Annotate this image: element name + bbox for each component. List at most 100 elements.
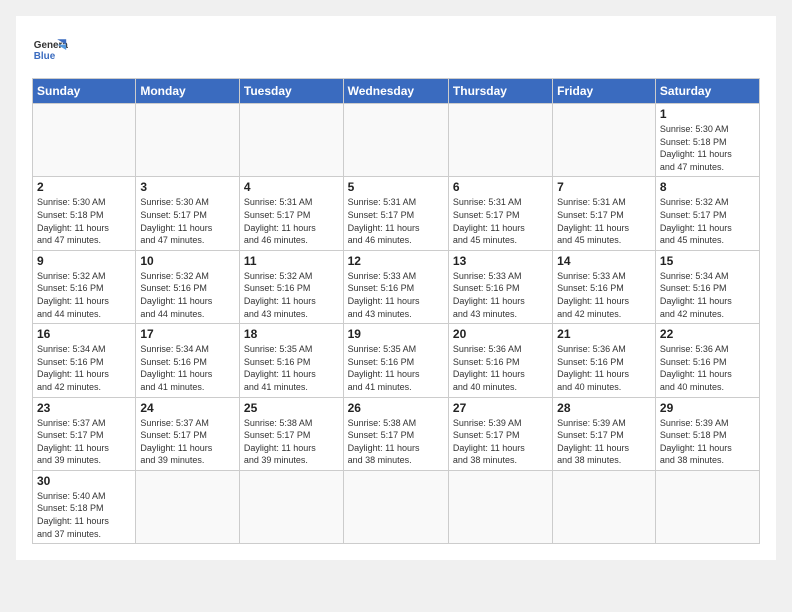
day-info: Sunrise: 5:30 AM Sunset: 5:17 PM Dayligh…	[140, 196, 235, 246]
logo: General Blue	[32, 32, 68, 68]
calendar-cell: 9Sunrise: 5:32 AM Sunset: 5:16 PM Daylig…	[33, 250, 136, 323]
day-info: Sunrise: 5:33 AM Sunset: 5:16 PM Dayligh…	[348, 270, 444, 320]
day-header-thursday: Thursday	[448, 79, 552, 104]
calendar-cell: 16Sunrise: 5:34 AM Sunset: 5:16 PM Dayli…	[33, 324, 136, 397]
day-info: Sunrise: 5:37 AM Sunset: 5:17 PM Dayligh…	[140, 417, 235, 467]
calendar-cell	[136, 104, 240, 177]
day-number: 15	[660, 254, 755, 268]
day-number: 10	[140, 254, 235, 268]
calendar-cell: 5Sunrise: 5:31 AM Sunset: 5:17 PM Daylig…	[343, 177, 448, 250]
day-number: 4	[244, 180, 339, 194]
calendar-cell: 6 Sunrise: 5:31 AM Sunset: 5:17 PM Daylig…	[448, 177, 552, 250]
calendar-cell	[136, 470, 240, 543]
calendar-cell: 12 Sunrise: 5:33 AM Sunset: 5:16 PM Dayli…	[343, 250, 448, 323]
day-number: 8	[660, 180, 755, 194]
calendar-week-row: 2 Sunrise: 5:30 AM Sunset: 5:18 PM Daylig…	[33, 177, 760, 250]
calendar-cell: 17 Sunrise: 5:34 AM Sunset: 5:16 PM Dayli…	[136, 324, 240, 397]
day-info: Sunrise: 5:31 AM Sunset: 5:17 PM Dayligh…	[453, 196, 548, 246]
day-number: 27	[453, 401, 548, 415]
calendar-week-row: 23 Sunrise: 5:37 AM Sunset: 5:17 PM Dayli…	[33, 397, 760, 470]
day-number: 21	[557, 327, 651, 341]
day-info: Sunrise: 5:31 AM Sunset: 5:17 PM Dayligh…	[557, 196, 651, 246]
generalblue-logo-icon: General Blue	[32, 32, 68, 68]
day-info: Sunrise: 5:32 AM Sunset: 5:16 PM Dayligh…	[37, 270, 131, 320]
day-header-wednesday: Wednesday	[343, 79, 448, 104]
calendar-cell: 30 Sunrise: 5:40 AM Sunset: 5:18 PM Dayli…	[33, 470, 136, 543]
day-number: 11	[244, 254, 339, 268]
day-info: Sunrise: 5:33 AM Sunset: 5:16 PM Dayligh…	[453, 270, 548, 320]
day-info: Sunrise: 5:34 AM Sunset: 5:16 PM Dayligh…	[660, 270, 755, 320]
day-number: 2	[37, 180, 131, 194]
day-header-saturday: Saturday	[655, 79, 759, 104]
calendar-cell: 8 Sunrise: 5:32 AM Sunset: 5:17 PM Daylig…	[655, 177, 759, 250]
calendar-cell: 18Sunrise: 5:35 AM Sunset: 5:16 PM Dayli…	[239, 324, 343, 397]
svg-text:Blue: Blue	[34, 51, 56, 62]
day-number: 23	[37, 401, 131, 415]
calendar-cell	[448, 470, 552, 543]
calendar-cell: 13 Sunrise: 5:33 AM Sunset: 5:16 PM Dayli…	[448, 250, 552, 323]
day-number: 13	[453, 254, 548, 268]
day-info: Sunrise: 5:36 AM Sunset: 5:16 PM Dayligh…	[453, 343, 548, 393]
calendar-cell: 27 Sunrise: 5:39 AM Sunset: 5:17 PM Dayli…	[448, 397, 552, 470]
day-info: Sunrise: 5:35 AM Sunset: 5:16 PM Dayligh…	[348, 343, 444, 393]
day-info: Sunrise: 5:38 AM Sunset: 5:17 PM Dayligh…	[348, 417, 444, 467]
calendar-table: SundayMondayTuesdayWednesdayThursdayFrid…	[32, 78, 760, 544]
calendar-cell: 25 Sunrise: 5:38 AM Sunset: 5:17 PM Dayli…	[239, 397, 343, 470]
calendar-cell	[655, 470, 759, 543]
day-number: 14	[557, 254, 651, 268]
day-number: 6	[453, 180, 548, 194]
day-number: 26	[348, 401, 444, 415]
calendar-cell	[343, 104, 448, 177]
day-header-tuesday: Tuesday	[239, 79, 343, 104]
calendar-cell: 22 Sunrise: 5:36 AM Sunset: 5:16 PM Dayli…	[655, 324, 759, 397]
calendar-cell	[343, 470, 448, 543]
calendar-cell: 4Sunrise: 5:31 AM Sunset: 5:17 PM Daylig…	[239, 177, 343, 250]
calendar-cell: 26 Sunrise: 5:38 AM Sunset: 5:17 PM Dayli…	[343, 397, 448, 470]
calendar-cell: 14 Sunrise: 5:33 AM Sunset: 5:16 PM Dayli…	[553, 250, 656, 323]
calendar-cell: 29 Sunrise: 5:39 AM Sunset: 5:18 PM Dayli…	[655, 397, 759, 470]
day-number: 19	[348, 327, 444, 341]
day-info: Sunrise: 5:37 AM Sunset: 5:17 PM Dayligh…	[37, 417, 131, 467]
day-info: Sunrise: 5:39 AM Sunset: 5:17 PM Dayligh…	[557, 417, 651, 467]
day-info: Sunrise: 5:38 AM Sunset: 5:17 PM Dayligh…	[244, 417, 339, 467]
day-info: Sunrise: 5:30 AM Sunset: 5:18 PM Dayligh…	[660, 123, 755, 173]
day-info: Sunrise: 5:30 AM Sunset: 5:18 PM Dayligh…	[37, 196, 131, 246]
day-info: Sunrise: 5:39 AM Sunset: 5:18 PM Dayligh…	[660, 417, 755, 467]
day-number: 25	[244, 401, 339, 415]
calendar-week-row: 16 Sunrise: 5:34 AM Sunset: 5:16 PM Dayli…	[33, 324, 760, 397]
calendar-cell	[553, 470, 656, 543]
calendar-cell: 23 Sunrise: 5:37 AM Sunset: 5:17 PM Dayli…	[33, 397, 136, 470]
day-number: 29	[660, 401, 755, 415]
day-info: Sunrise: 5:33 AM Sunset: 5:16 PM Dayligh…	[557, 270, 651, 320]
day-number: 3	[140, 180, 235, 194]
calendar-cell: 20Sunrise: 5:36 AM Sunset: 5:16 PM Dayli…	[448, 324, 552, 397]
calendar-week-row: 1 Sunrise: 5:30 AM Sunset: 5:18 PM Daylig…	[33, 104, 760, 177]
day-info: Sunrise: 5:36 AM Sunset: 5:16 PM Dayligh…	[660, 343, 755, 393]
day-info: Sunrise: 5:39 AM Sunset: 5:17 PM Dayligh…	[453, 417, 548, 467]
day-info: Sunrise: 5:32 AM Sunset: 5:16 PM Dayligh…	[140, 270, 235, 320]
day-number: 18	[244, 327, 339, 341]
header: General Blue	[32, 32, 760, 68]
day-info: Sunrise: 5:32 AM Sunset: 5:17 PM Dayligh…	[660, 196, 755, 246]
calendar-header-row: SundayMondayTuesdayWednesdayThursdayFrid…	[33, 79, 760, 104]
day-number: 28	[557, 401, 651, 415]
day-number: 22	[660, 327, 755, 341]
day-header-monday: Monday	[136, 79, 240, 104]
day-number: 17	[140, 327, 235, 341]
day-number: 24	[140, 401, 235, 415]
calendar-week-row: 9Sunrise: 5:32 AM Sunset: 5:16 PM Daylig…	[33, 250, 760, 323]
day-number: 1	[660, 107, 755, 121]
day-number: 12	[348, 254, 444, 268]
calendar-cell: 2 Sunrise: 5:30 AM Sunset: 5:18 PM Daylig…	[33, 177, 136, 250]
day-info: Sunrise: 5:31 AM Sunset: 5:17 PM Dayligh…	[348, 196, 444, 246]
day-info: Sunrise: 5:36 AM Sunset: 5:16 PM Dayligh…	[557, 343, 651, 393]
calendar-cell: 11Sunrise: 5:32 AM Sunset: 5:16 PM Dayli…	[239, 250, 343, 323]
calendar-cell: 1 Sunrise: 5:30 AM Sunset: 5:18 PM Daylig…	[655, 104, 759, 177]
calendar-cell: 3 Sunrise: 5:30 AM Sunset: 5:17 PM Daylig…	[136, 177, 240, 250]
day-info: Sunrise: 5:40 AM Sunset: 5:18 PM Dayligh…	[37, 490, 131, 540]
calendar-cell: 19 Sunrise: 5:35 AM Sunset: 5:16 PM Dayli…	[343, 324, 448, 397]
day-info: Sunrise: 5:34 AM Sunset: 5:16 PM Dayligh…	[140, 343, 235, 393]
day-number: 30	[37, 474, 131, 488]
day-number: 16	[37, 327, 131, 341]
calendar-cell	[239, 470, 343, 543]
